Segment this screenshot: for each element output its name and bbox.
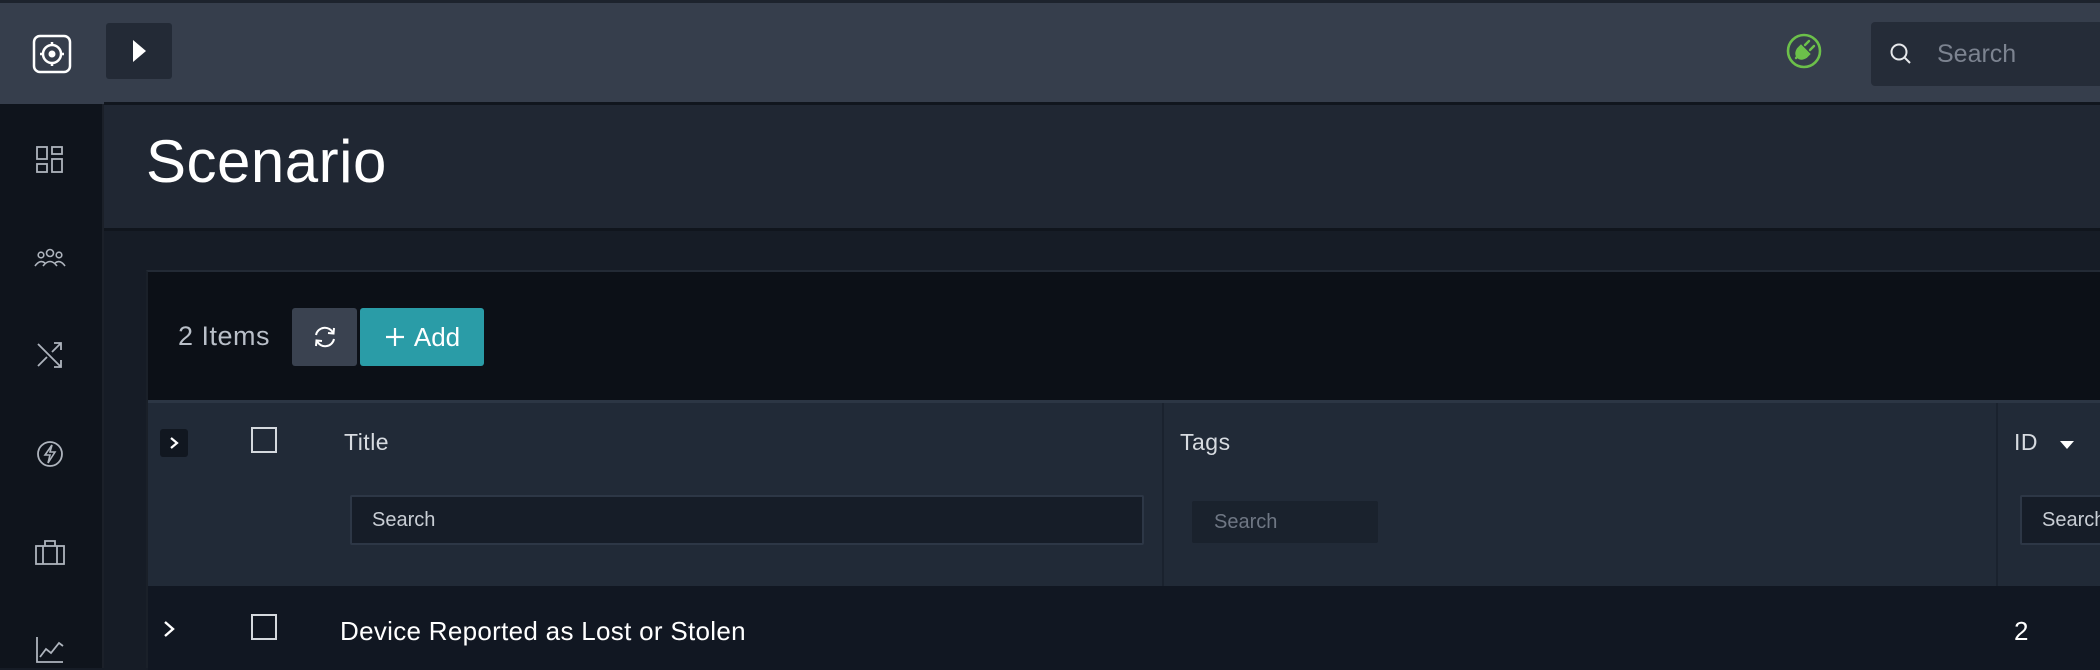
column-divider[interactable] [1162, 403, 1164, 589]
plus-icon [385, 328, 404, 346]
app-logo[interactable] [0, 0, 104, 104]
table-header: Title Tags ID [148, 400, 2100, 589]
id-filter-input[interactable] [2042, 497, 2100, 543]
item-count: 2 Items [178, 321, 271, 351]
table-row[interactable]: Device Reported as Lost or Stolen 2 [148, 586, 2100, 670]
add-button[interactable]: Add [360, 308, 484, 366]
scenario-grid: 2 Items Add Title Tags ID Search Search … [146, 270, 2100, 670]
search-icon [1890, 43, 1911, 64]
dashboard-icon [36, 146, 63, 173]
sidebar-item-users[interactable] [30, 238, 70, 278]
chevron-right-icon [170, 437, 179, 449]
sidebar-item-automation[interactable] [30, 434, 70, 474]
sidebar-item-dashboard[interactable] [30, 140, 70, 180]
column-header-id[interactable]: ID [2014, 429, 2075, 456]
row-id: 2 [2014, 616, 2029, 646]
column-header-tags[interactable]: Tags [1180, 429, 1231, 456]
refresh-button[interactable] [292, 308, 357, 366]
column-header-title[interactable]: Title [344, 429, 389, 456]
column-divider[interactable] [1996, 403, 1998, 589]
add-button-label: Add [413, 321, 461, 352]
global-search-input[interactable] [1937, 36, 2100, 72]
sidebar-item-reports[interactable] [30, 630, 70, 670]
expand-all-button[interactable] [160, 429, 188, 457]
sidebar-item-incidents[interactable] [30, 532, 70, 572]
users-icon [34, 248, 66, 267]
refresh-icon [314, 326, 335, 348]
select-all-checkbox[interactable] [251, 427, 277, 453]
bolt-icon [37, 441, 63, 467]
sidebar-toggle-button[interactable] [106, 23, 172, 79]
page-title: Scenario [146, 128, 387, 195]
global-search[interactable] [1871, 22, 2100, 86]
tags-filter-input[interactable] [1214, 503, 1376, 541]
row-checkbox[interactable] [251, 614, 277, 640]
tags-filter[interactable] [1192, 501, 1378, 543]
row-expand-icon[interactable] [162, 620, 176, 638]
connection-status[interactable] [1784, 31, 1824, 76]
title-filter-input[interactable] [372, 497, 1142, 543]
title-filter[interactable] [350, 495, 1144, 545]
sort-desc-icon[interactable] [2059, 440, 2075, 450]
page-header: Scenario [104, 105, 2100, 231]
chart-icon [36, 637, 64, 663]
sidebar-item-workflows[interactable] [30, 335, 70, 375]
column-header-id-label: ID [2014, 429, 2038, 455]
plug-icon [1786, 33, 1822, 69]
shuffle-icon [37, 342, 62, 368]
play-icon [133, 40, 146, 62]
top-bar [104, 0, 2100, 105]
briefcase-icon [35, 540, 65, 565]
logo-icon [32, 34, 72, 73]
row-title[interactable]: Device Reported as Lost or Stolen [340, 616, 746, 647]
id-filter[interactable] [2020, 495, 2100, 545]
sidebar [0, 0, 104, 668]
